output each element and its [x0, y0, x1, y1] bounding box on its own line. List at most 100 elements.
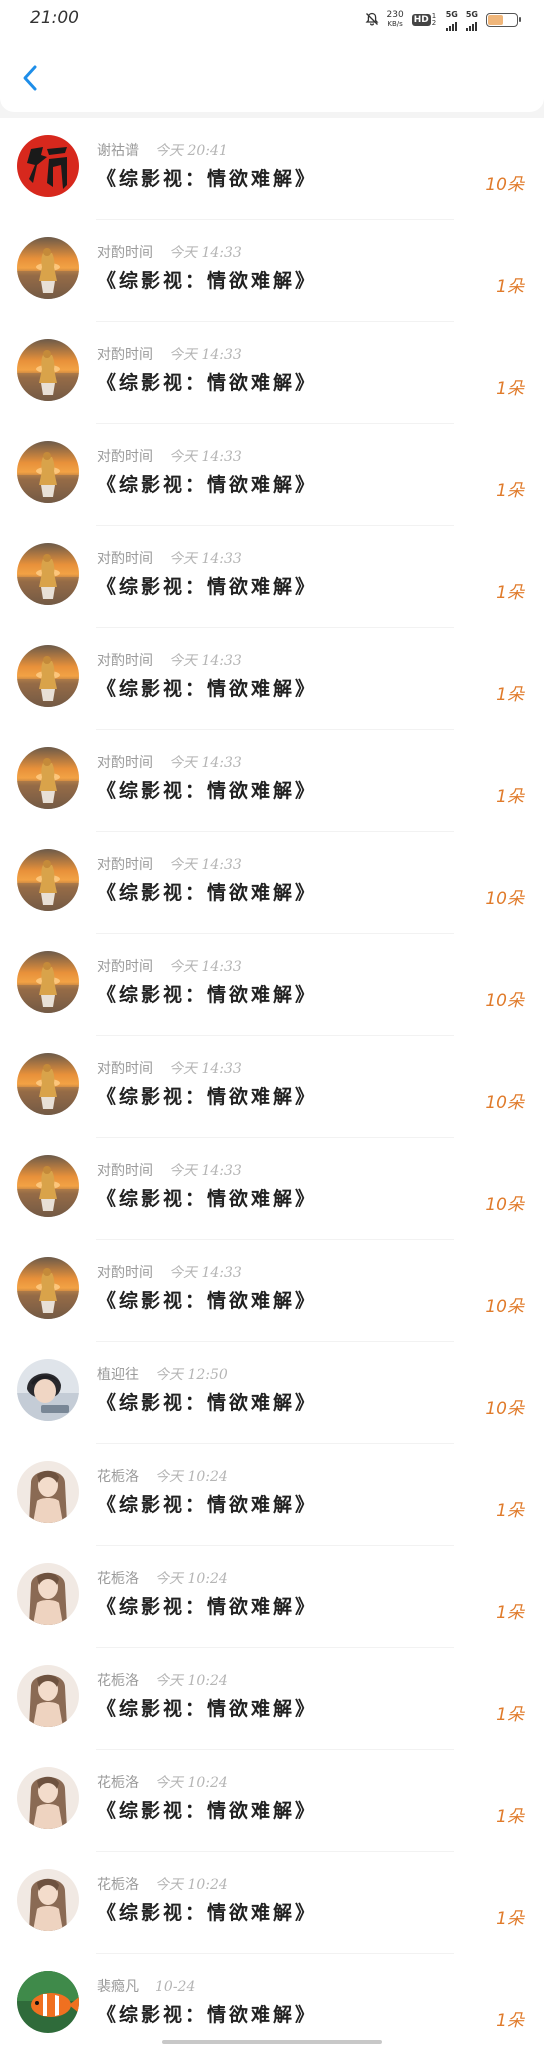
- avatar-sunset-figure[interactable]: [17, 441, 79, 503]
- network-label-1: 5G: [445, 9, 458, 19]
- avatar-sunset-figure[interactable]: [17, 747, 79, 809]
- list-item[interactable]: 对酌时间 今天 14:33 《综影视：情欲难解》 10朵: [0, 934, 544, 1036]
- avatar-sunset-figure[interactable]: [17, 849, 79, 911]
- avatar-fu-character[interactable]: [17, 135, 79, 197]
- list-item[interactable]: 植迎往 今天 12:50 《综影视：情欲难解》 10朵: [0, 1342, 544, 1444]
- avatar-girl-photo[interactable]: [17, 1767, 79, 1829]
- sender-meta: 对酌时间 今天 14:33: [97, 1262, 242, 1282]
- list-item[interactable]: 对酌时间 今天 14:33 《综影视：情欲难解》 10朵: [0, 1036, 544, 1138]
- sender-meta: 植迎往 今天 12:50: [97, 1364, 228, 1384]
- avatar-clownfish[interactable]: [17, 1971, 79, 2033]
- gift-count: 10朵: [485, 889, 524, 909]
- gift-count: 1朵: [496, 1705, 524, 1725]
- list-item[interactable]: 谢祜谱 今天 20:41 《综影视：情欲难解》 10朵: [0, 118, 544, 220]
- sender-name: 对酌时间: [97, 551, 153, 567]
- book-title: 《综影视：情欲难解》: [97, 1596, 318, 1618]
- message-time: 今天 14:33: [169, 1061, 242, 1077]
- sender-meta: 对酌时间 今天 14:33: [97, 1058, 242, 1078]
- avatar-sunset-figure[interactable]: [17, 1257, 79, 1319]
- gift-count: 1朵: [496, 583, 524, 603]
- sender-name: 对酌时间: [97, 245, 153, 261]
- gift-count: 1朵: [496, 277, 524, 297]
- mute-bell-icon: [365, 11, 379, 30]
- message-time: 今天 10:24: [155, 1469, 228, 1485]
- sender-name: 对酌时间: [97, 653, 153, 669]
- list-item[interactable]: 对酌时间 今天 14:33 《综影视：情欲难解》 10朵: [0, 1240, 544, 1342]
- avatar-sunset-figure[interactable]: [17, 237, 79, 299]
- avatar-girl-photo[interactable]: [17, 1869, 79, 1931]
- list-item[interactable]: 对酌时间 今天 14:33 《综影视：情欲难解》 1朵: [0, 424, 544, 526]
- avatar-sunset-figure[interactable]: [17, 951, 79, 1013]
- gift-count: 1朵: [496, 2011, 524, 2031]
- list-item[interactable]: 对酌时间 今天 14:33 《综影视：情欲难解》 1朵: [0, 628, 544, 730]
- sender-name: 对酌时间: [97, 755, 153, 771]
- list-item[interactable]: 对酌时间 今天 14:33 《综影视：情欲难解》 10朵: [0, 832, 544, 934]
- gift-count: 1朵: [496, 1807, 524, 1827]
- list-item[interactable]: 裴瘾凡 10-24 《综影视：情欲难解》 1朵: [0, 1954, 544, 2048]
- sender-name: 花栀洛: [97, 1775, 139, 1791]
- hd-icon: HD 1 2: [411, 12, 438, 27]
- message-time: 今天 14:33: [169, 1163, 242, 1179]
- gift-count: 1朵: [496, 1909, 524, 1929]
- sender-name: 花栀洛: [97, 1469, 139, 1485]
- gift-count: 10朵: [485, 1195, 524, 1215]
- list-item[interactable]: 对酌时间 今天 14:33 《综影视：情欲难解》 1朵: [0, 220, 544, 322]
- sender-name: 谢祜谱: [97, 143, 139, 159]
- sender-name: 对酌时间: [97, 1265, 153, 1281]
- avatar-sunset-figure[interactable]: [17, 543, 79, 605]
- sender-name: 植迎往: [97, 1367, 139, 1383]
- list-item[interactable]: 对酌时间 今天 14:33 《综影视：情欲难解》 1朵: [0, 526, 544, 628]
- list-item[interactable]: 花栀洛 今天 10:24 《综影视：情欲难解》 1朵: [0, 1648, 544, 1750]
- sender-name: 对酌时间: [97, 347, 153, 363]
- sender-meta: 花栀洛 今天 10:24: [97, 1670, 228, 1690]
- list-item[interactable]: 花栀洛 今天 10:24 《综影视：情欲难解》 1朵: [0, 1852, 544, 1954]
- message-time: 今天 14:33: [169, 857, 242, 873]
- signal-icon: 5G: [445, 9, 458, 31]
- list-item[interactable]: 花栀洛 今天 10:24 《综影视：情欲难解》 1朵: [0, 1750, 544, 1852]
- book-title: 《综影视：情欲难解》: [97, 576, 318, 598]
- hd-sub: 1 2: [431, 12, 437, 27]
- avatar-boy-photo[interactable]: [17, 1359, 79, 1421]
- sender-name: 花栀洛: [97, 1877, 139, 1893]
- message-time: 今天 10:24: [155, 1673, 228, 1689]
- book-title: 《综影视：情欲难解》: [97, 474, 318, 496]
- sender-meta: 花栀洛 今天 10:24: [97, 1466, 228, 1486]
- avatar-girl-photo[interactable]: [17, 1665, 79, 1727]
- message-time: 今天 10:24: [155, 1571, 228, 1587]
- avatar-sunset-figure[interactable]: [17, 339, 79, 401]
- book-title: 《综影视：情欲难解》: [97, 372, 318, 394]
- list-item[interactable]: 花栀洛 今天 10:24 《综影视：情欲难解》 1朵: [0, 1444, 544, 1546]
- battery-fill: [488, 15, 504, 25]
- book-title: 《综影视：情欲难解》: [97, 1800, 318, 1822]
- message-time: 今天 10:24: [155, 1877, 228, 1893]
- gift-count: 1朵: [496, 379, 524, 399]
- message-time: 今天 14:33: [169, 551, 242, 567]
- sender-meta: 对酌时间 今天 14:33: [97, 344, 242, 364]
- avatar-sunset-figure[interactable]: [17, 1053, 79, 1115]
- book-title: 《综影视：情欲难解》: [97, 780, 318, 802]
- list-item[interactable]: 花栀洛 今天 10:24 《综影视：情欲难解》 1朵: [0, 1546, 544, 1648]
- sender-meta: 花栀洛 今天 10:24: [97, 1772, 228, 1792]
- avatar-sunset-figure[interactable]: [17, 1155, 79, 1217]
- hd-label: HD: [411, 14, 431, 26]
- sender-name: 对酌时间: [97, 449, 153, 465]
- gift-count: 1朵: [496, 1603, 524, 1623]
- book-title: 《综影视：情欲难解》: [97, 2004, 318, 2026]
- back-button[interactable]: [16, 64, 44, 92]
- sender-meta: 花栀洛 今天 10:24: [97, 1874, 228, 1894]
- message-time: 今天 14:33: [169, 245, 242, 261]
- list-item[interactable]: 对酌时间 今天 14:33 《综影视：情欲难解》 1朵: [0, 322, 544, 424]
- book-title: 《综影视：情欲难解》: [97, 1290, 318, 1312]
- message-time: 今天 14:33: [169, 959, 242, 975]
- home-indicator[interactable]: [162, 2040, 382, 2044]
- avatar-sunset-figure[interactable]: [17, 645, 79, 707]
- message-time: 今天 14:33: [169, 755, 242, 771]
- gift-count: 10朵: [485, 1399, 524, 1419]
- avatar-girl-photo[interactable]: [17, 1563, 79, 1625]
- avatar-girl-photo[interactable]: [17, 1461, 79, 1523]
- list-item[interactable]: 对酌时间 今天 14:33 《综影视：情欲难解》 1朵: [0, 730, 544, 832]
- sender-name: 花栀洛: [97, 1571, 139, 1587]
- sender-meta: 对酌时间 今天 14:33: [97, 548, 242, 568]
- speed-unit: KB/s: [387, 20, 403, 28]
- list-item[interactable]: 对酌时间 今天 14:33 《综影视：情欲难解》 10朵: [0, 1138, 544, 1240]
